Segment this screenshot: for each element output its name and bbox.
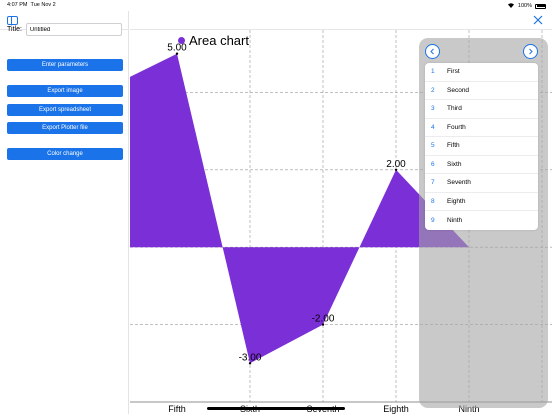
data-label: 5.00 <box>167 43 187 54</box>
list-item[interactable]: 8 Eighth <box>425 193 538 211</box>
chevron-right-icon[interactable] <box>523 44 538 59</box>
list-item[interactable]: 4 Fourth <box>425 119 538 137</box>
x-tick-label: Eighth <box>383 404 409 414</box>
list-item[interactable]: 1 First <box>425 63 538 82</box>
list-item[interactable]: 7 Seventh <box>425 174 538 193</box>
battery-percentage: 100% <box>517 3 532 9</box>
title-label: Title: <box>7 26 22 33</box>
title-row: Title: <box>7 23 122 36</box>
close-icon[interactable] <box>532 14 544 26</box>
category-list: 1 First 2 Second 3 Third 4 Fourth 5 Fifth 6 Si… <box>425 63 538 230</box>
data-label: -2.00 <box>312 314 335 325</box>
list-item[interactable]: 6 Sixth <box>425 156 538 174</box>
wifi-icon <box>507 2 515 10</box>
sidebar <box>0 11 129 414</box>
list-item[interactable]: 5 Fifth <box>425 137 538 156</box>
data-label: 2.00 <box>386 159 406 170</box>
export-plotter-button[interactable]: Export Plotter file <box>7 122 123 134</box>
detail-toolbar <box>130 11 552 30</box>
enter-parameters-button[interactable]: Enter parameters <box>7 59 123 71</box>
list-item[interactable]: 2 Second <box>425 82 538 100</box>
color-change-button[interactable]: Color change <box>7 148 123 160</box>
title-input[interactable] <box>25 23 122 36</box>
x-tick-label: Fifth <box>168 404 186 414</box>
export-spreadsheet-button[interactable]: Export spreadsheet <box>7 104 123 116</box>
data-label: -3.00 <box>239 352 262 363</box>
export-image-button[interactable]: Export image <box>7 85 123 97</box>
chevron-left-icon[interactable] <box>425 44 440 59</box>
battery-icon <box>535 3 546 9</box>
status-right: 100% <box>507 2 546 10</box>
list-item[interactable]: 9 Ninth <box>425 211 538 230</box>
list-item[interactable]: 3 Third <box>425 100 538 119</box>
status-time: 4:07 PM Tue Nov 2 <box>7 2 56 8</box>
status-bar: 4:07 PM Tue Nov 2 100% <box>0 0 552 11</box>
home-indicator <box>207 407 345 410</box>
